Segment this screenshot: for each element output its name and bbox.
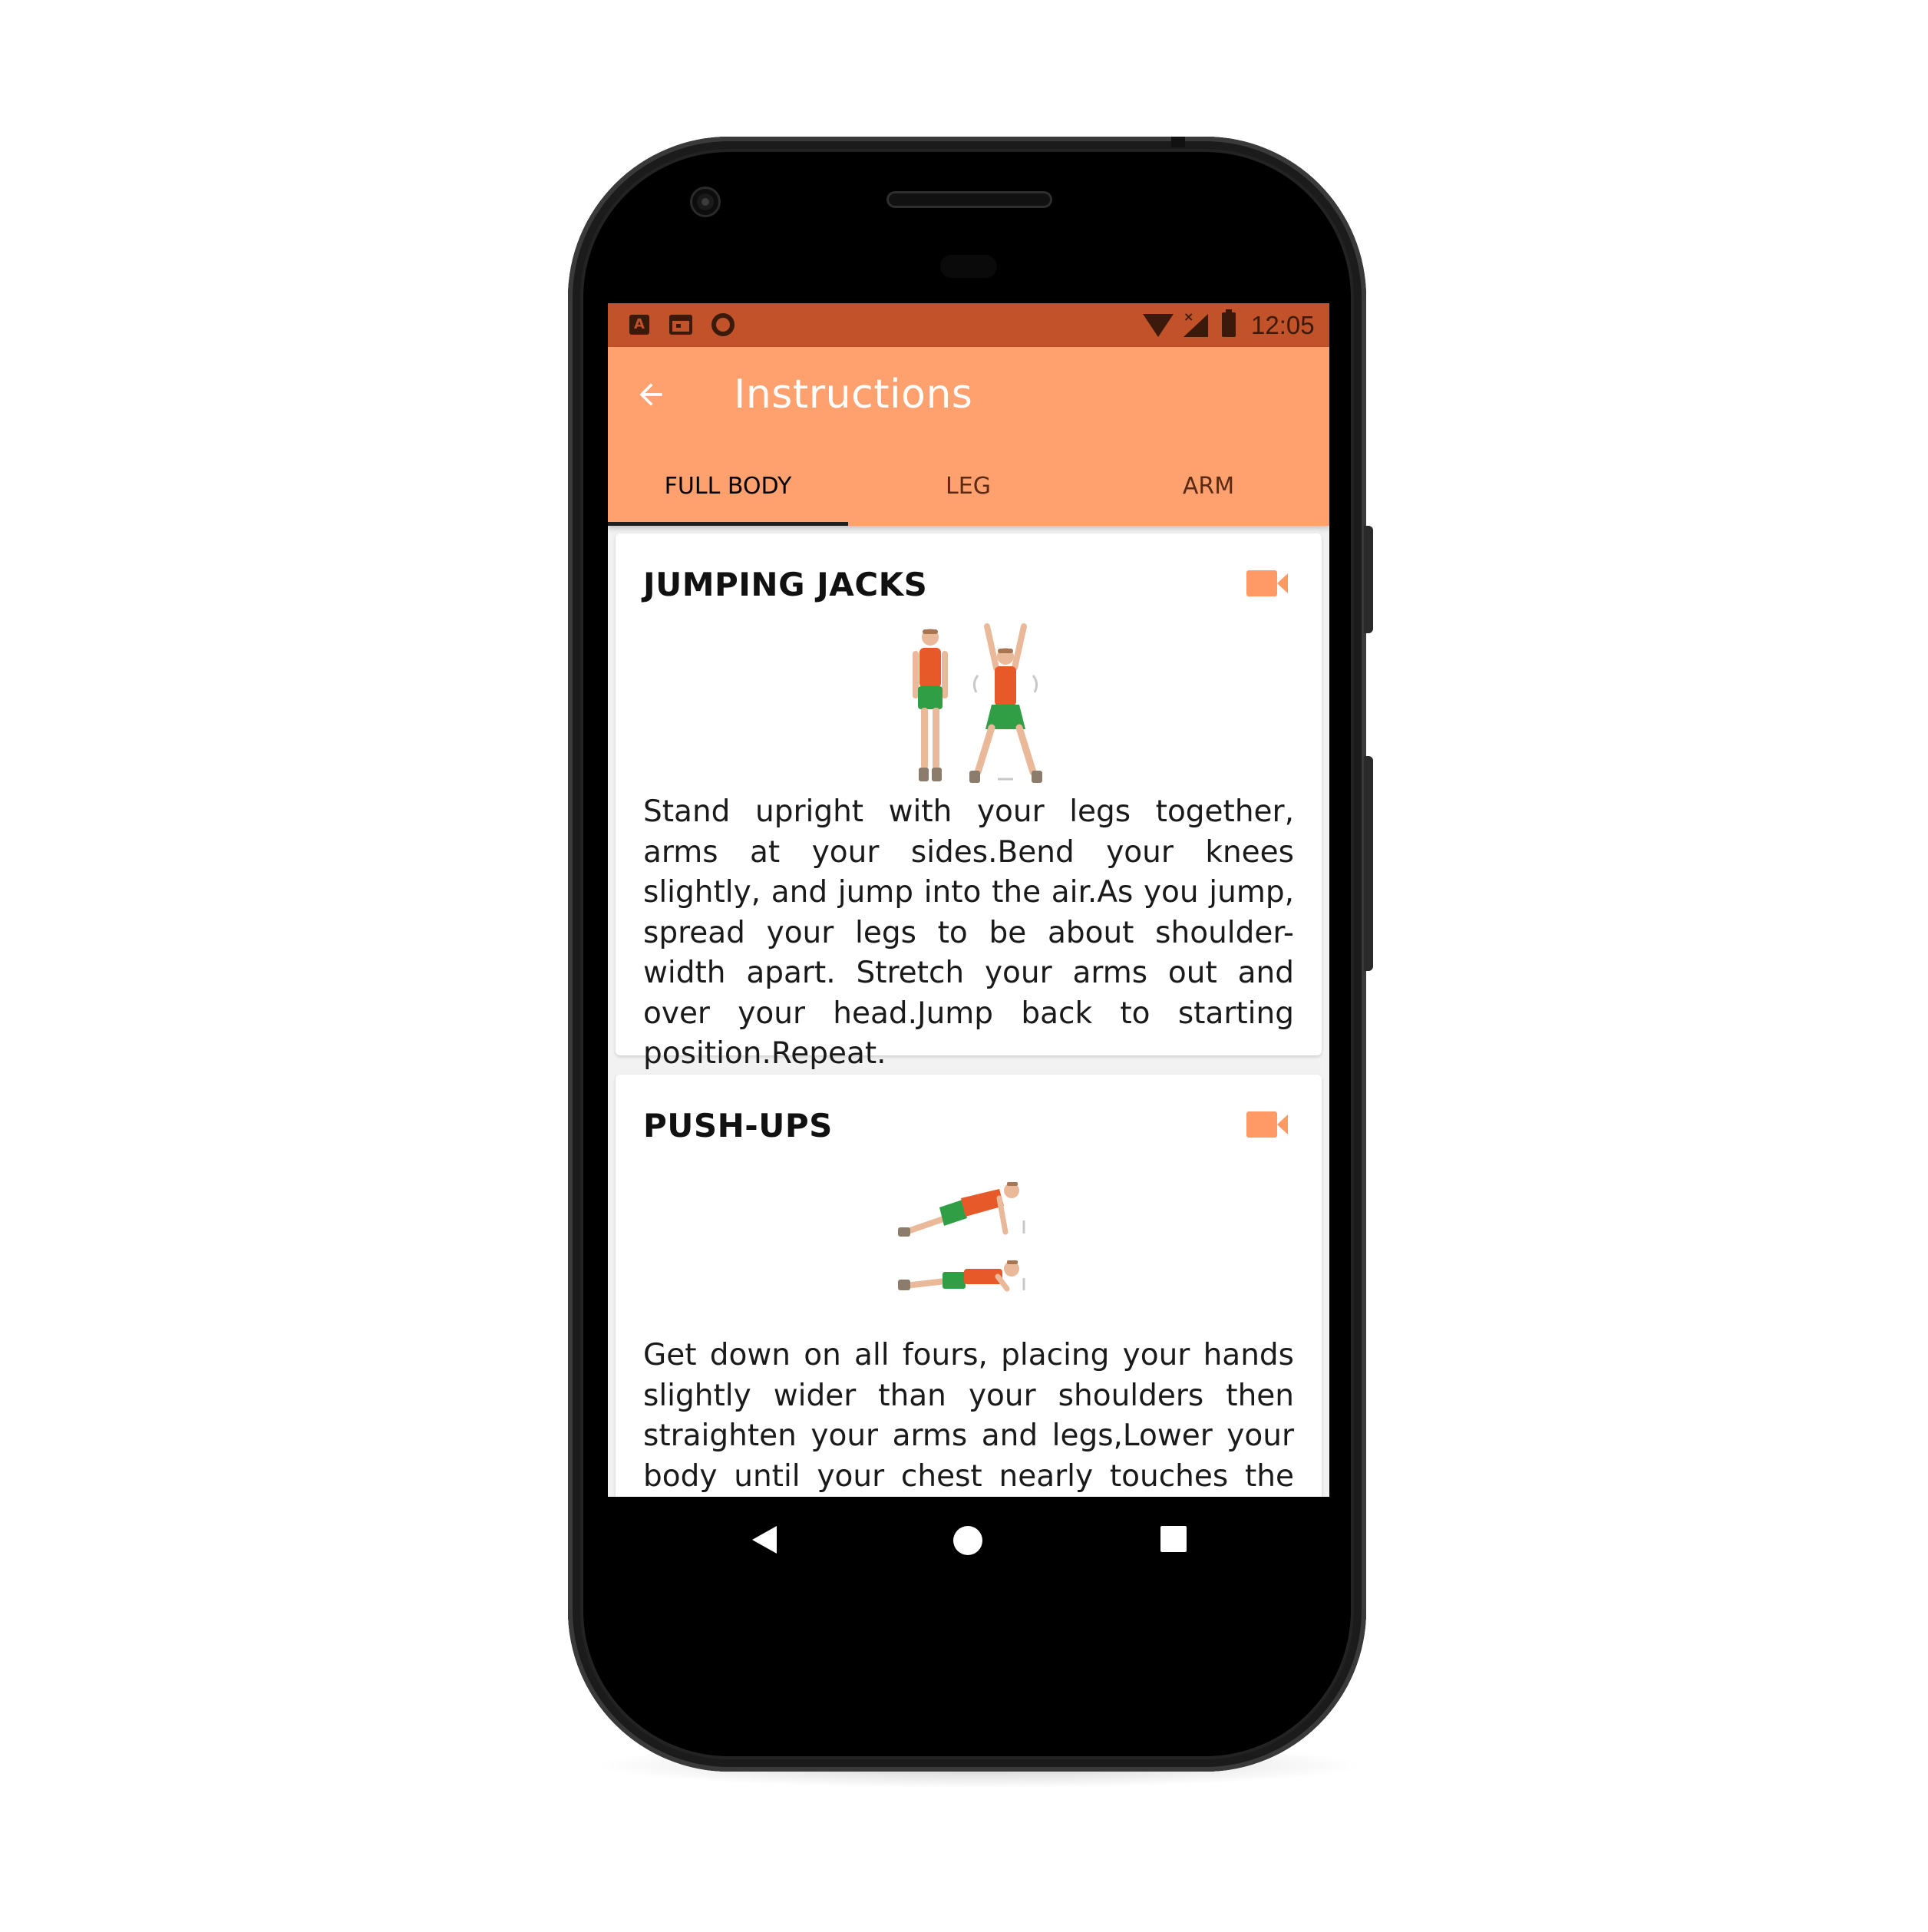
exercise-title: JUMPING JACKS <box>643 566 928 603</box>
exercise-card: PUSH-UPS Get down on all fours, placing … <box>616 1075 1322 1497</box>
calendar-icon <box>669 315 692 335</box>
push-ups-illustration <box>898 1182 1025 1292</box>
nav-recents-icon[interactable] <box>1160 1526 1187 1552</box>
exercise-description: Stand upright with your legs together, a… <box>643 794 1294 1071</box>
front-camera <box>692 189 718 215</box>
a-notification-icon: A <box>629 315 649 335</box>
app-bar: Instructions FULL BODY LEG ARM <box>608 347 1329 526</box>
power-button <box>1364 526 1373 633</box>
nav-back-icon[interactable] <box>752 1526 777 1554</box>
video-camera-icon[interactable] <box>1246 1111 1288 1138</box>
phone-screen: A × 12:05 Instructions FULL BODY LEG ARM <box>608 303 1329 1581</box>
navigation-bar <box>608 1497 1329 1581</box>
active-tab-indicator <box>608 522 848 526</box>
pushup-up-figure <box>898 1182 1025 1237</box>
proximity-sensor <box>940 255 997 278</box>
tab-full-body[interactable]: FULL BODY <box>608 464 848 526</box>
status-time: 12:05 <box>1251 311 1315 339</box>
nav-home-icon[interactable] <box>953 1526 982 1555</box>
jumping-jacks-illustration <box>913 623 1042 783</box>
jumping-figure <box>969 623 1042 783</box>
video-camera-icon[interactable] <box>1246 570 1288 596</box>
battery-icon <box>1222 309 1236 337</box>
pushup-down-figure <box>898 1260 1025 1292</box>
tab-arm[interactable]: ARM <box>1088 464 1329 526</box>
tab-leg[interactable]: LEG <box>848 464 1088 526</box>
exercise-description: Get down on all fours, placing your hand… <box>643 1338 1294 1494</box>
tab-bar: FULL BODY LEG ARM <box>608 464 1329 526</box>
no-signal-mark-icon: × <box>1184 309 1194 324</box>
exercise-card: JUMPING JACKS Stand upright with your le… <box>616 533 1322 1071</box>
status-bar: A × 12:05 <box>608 303 1329 347</box>
arrow-left-icon[interactable] <box>634 378 668 411</box>
wifi-icon <box>1143 314 1174 337</box>
volume-button <box>1364 756 1373 971</box>
page-title: Instructions <box>734 372 973 418</box>
earpiece-speaker <box>889 193 1050 206</box>
standing-figure <box>913 629 948 781</box>
exercise-list[interactable]: JUMPING JACKS Stand upright with your le… <box>608 526 1329 1497</box>
exercise-title: PUSH-UPS <box>643 1107 833 1144</box>
circle-icon <box>711 313 735 336</box>
mockup-stage: A × 12:05 Instructions FULL BODY LEG ARM <box>0 0 1928 1932</box>
antenna-band <box>1171 137 1185 147</box>
